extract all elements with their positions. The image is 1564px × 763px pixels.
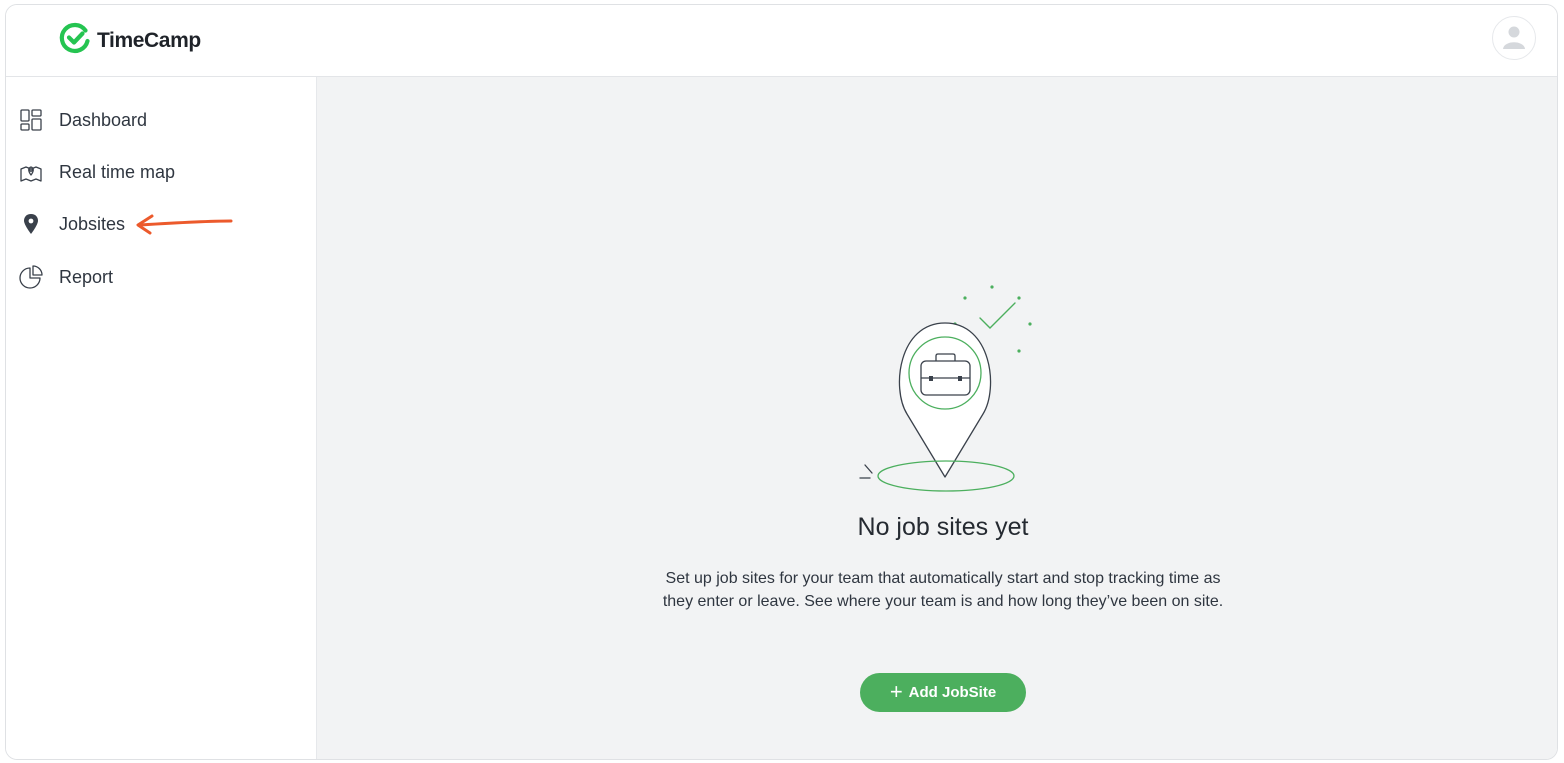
sidebar-item-label: Report: [59, 266, 114, 287]
user-avatar[interactable]: [1492, 16, 1536, 60]
add-jobsite-button-label: Add JobSite: [908, 684, 997, 701]
sidebar-item-real-time-map[interactable]: Real time map: [18, 156, 175, 188]
sidebar: Dashboard Real time map Jobsites Report: [6, 77, 317, 759]
logo-text: TimeCamp: [97, 28, 201, 52]
main-content: No job sites yet Set up job sites for yo…: [317, 77, 1557, 759]
red-arrow-icon: [132, 208, 236, 243]
logo[interactable]: TimeCamp: [58, 21, 201, 60]
sidebar-item-report[interactable]: Report: [18, 261, 113, 293]
map-icon: [18, 159, 44, 185]
user-avatar-icon: [1501, 23, 1527, 54]
sidebar-item-label: Dashboard: [59, 109, 148, 130]
empty-state-description: Set up job sites for your team that auto…: [662, 570, 1224, 610]
sidebar-item-label: Real time map: [59, 161, 176, 182]
top-bar: TimeCamp: [6, 5, 1557, 77]
add-jobsite-button[interactable]: + Add JobSite: [860, 673, 1026, 712]
timecamp-logo-icon: [58, 21, 92, 60]
sidebar-item-jobsites[interactable]: Jobsites: [18, 208, 125, 240]
sidebar-item-dashboard[interactable]: Dashboard: [18, 104, 147, 136]
jobsite-pin-briefcase-illustration: [847, 275, 1047, 502]
pie-chart-icon: [18, 264, 44, 290]
plus-icon: +: [889, 678, 903, 704]
app-window: TimeCamp Dashboard Real time map Jobsite…: [5, 4, 1558, 760]
sidebar-item-label: Jobsites: [59, 213, 126, 234]
location-pin-icon: [18, 211, 44, 237]
dashboard-grid-icon: [18, 107, 44, 133]
empty-state-title: No job sites yet: [857, 513, 1029, 541]
